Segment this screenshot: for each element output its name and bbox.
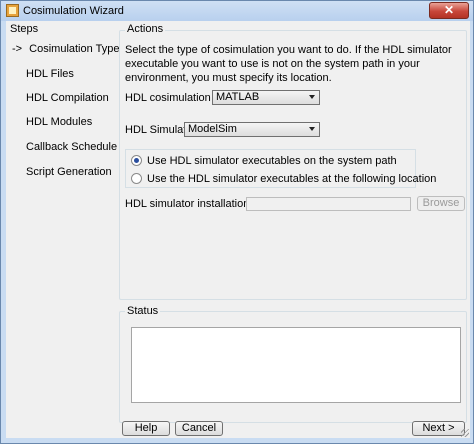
install-path-input[interactable]	[246, 197, 411, 211]
actions-legend: Actions	[125, 23, 166, 35]
step-label: Callback Schedule	[26, 141, 118, 153]
status-legend: Status	[125, 305, 161, 317]
status-text-area[interactable]	[131, 327, 461, 403]
cosim-with-value: MATLAB	[216, 91, 260, 103]
radio-system-path[interactable]: Use HDL simulator executables on the sys…	[131, 155, 397, 167]
radio-button-unchecked[interactable]	[131, 173, 142, 184]
chevron-down-icon	[309, 127, 315, 131]
actions-description: Select the type of cosimulation you want…	[125, 44, 452, 84]
step-script-generation[interactable]: Script Generation	[26, 166, 112, 178]
title-bar[interactable]: Cosimulation Wizard ✕	[1, 1, 473, 21]
radio-following-location[interactable]: Use the HDL simulator executables at the…	[131, 173, 436, 185]
next-button[interactable]: Next >	[412, 421, 465, 436]
step-hdl-modules[interactable]: HDL Modules	[26, 116, 92, 128]
wizard-window: Cosimulation Wizard ✕ Steps -> Cosimulat…	[0, 0, 474, 444]
step-label: HDL Files	[26, 68, 74, 80]
hdl-simulator-value: ModelSim	[188, 123, 237, 135]
app-icon	[6, 4, 19, 17]
help-button[interactable]: Help	[122, 421, 170, 436]
steps-header: Steps	[10, 23, 39, 35]
hdl-simulator-dropdown[interactable]: ModelSim	[184, 122, 320, 137]
radio-following-location-label: Use the HDL simulator executables at the…	[147, 173, 437, 185]
radio-button-checked[interactable]	[131, 155, 142, 166]
window-title: Cosimulation Wizard	[23, 5, 124, 17]
radio-system-path-label: Use HDL simulator executables on the sys…	[147, 155, 397, 167]
client-area: Steps -> Cosimulation Type HDL Files HDL…	[6, 21, 470, 438]
close-button[interactable]: ✕	[429, 2, 469, 19]
step-label: HDL Compilation	[26, 92, 109, 104]
step-label: Script Generation	[26, 166, 112, 178]
step-callback-schedule[interactable]: Callback Schedule	[26, 141, 117, 153]
browse-button[interactable]: Browse	[417, 196, 465, 211]
step-cosimulation-type[interactable]: -> Cosimulation Type	[12, 43, 119, 55]
step-label: Cosimulation Type	[29, 43, 120, 55]
step-hdl-files[interactable]: HDL Files	[26, 68, 74, 80]
active-step-marker: ->	[12, 43, 23, 55]
steps-panel: Steps -> Cosimulation Type HDL Files HDL…	[6, 21, 119, 438]
cancel-button[interactable]: Cancel	[175, 421, 223, 436]
cosim-with-dropdown[interactable]: MATLAB	[212, 90, 320, 105]
resize-grip[interactable]	[461, 429, 469, 437]
step-hdl-compilation[interactable]: HDL Compilation	[26, 92, 109, 104]
chevron-down-icon	[309, 95, 315, 99]
step-label: HDL Modules	[26, 116, 93, 128]
